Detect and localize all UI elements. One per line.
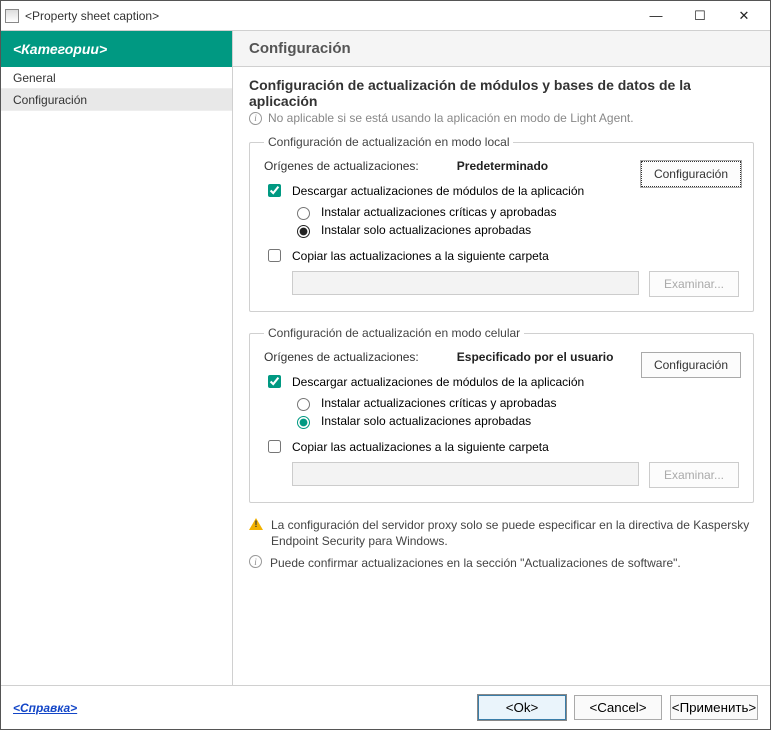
app-icon — [5, 9, 19, 23]
copy-path-input-cellular — [292, 462, 639, 486]
sidebar-item-label: General — [13, 71, 56, 85]
main-panel: Configuración Configuración de actualiza… — [233, 31, 770, 685]
content-area: Configuración de actualización de módulo… — [233, 67, 770, 685]
notes-section: La configuración del servidor proxy solo… — [249, 517, 754, 572]
download-updates-checkbox-local[interactable] — [268, 184, 281, 197]
origins-label-cellular: Orígenes de actualizaciones: — [264, 350, 419, 364]
sidebar-item-general[interactable]: General — [1, 67, 232, 89]
close-button[interactable]: ✕ — [722, 2, 766, 30]
group-cellular-legend: Configuración de actualización en modo c… — [264, 326, 524, 340]
sidebar-item-label: Configuración — [13, 93, 87, 107]
sidebar-header: <Категории> — [1, 31, 232, 67]
browse-button-local: Examinar... — [649, 271, 739, 297]
copy-updates-label-local: Copiar las actualizaciones a la siguient… — [292, 249, 549, 263]
info-icon: i — [249, 112, 262, 125]
info-text: No aplicable si se está usando la aplica… — [268, 111, 634, 125]
copy-updates-label-cellular: Copiar las actualizaciones a la siguient… — [292, 440, 549, 454]
main-header: Configuración — [233, 31, 770, 67]
download-updates-checkbox-cellular[interactable] — [268, 375, 281, 388]
install-approved-radio-cellular[interactable] — [297, 416, 310, 429]
install-approved-label-local: Instalar solo actualizaciones aprobadas — [321, 223, 531, 237]
origins-value-local: Predeterminado — [457, 159, 548, 173]
warning-text: La configuración del servidor proxy solo… — [271, 517, 754, 549]
sidebar-item-configuracion[interactable]: Configuración — [1, 89, 232, 111]
install-critical-radio-cellular[interactable] — [297, 398, 310, 411]
install-critical-label-cellular: Instalar actualizaciones críticas y apro… — [321, 396, 556, 410]
install-approved-label-cellular: Instalar solo actualizaciones aprobadas — [321, 414, 531, 428]
footer: <Справка> <Ok> <Cancel> <Применить> — [1, 685, 770, 729]
minimize-button[interactable]: — — [634, 2, 678, 30]
page-heading: Configuración de actualización de módulo… — [249, 77, 754, 109]
window: <Property sheet caption> — ☐ ✕ <Категори… — [0, 0, 771, 730]
titlebar: <Property sheet caption> — ☐ ✕ — [1, 1, 770, 31]
maximize-button[interactable]: ☐ — [678, 2, 722, 30]
config-button-local[interactable]: Configuración — [641, 161, 741, 187]
install-critical-radio-local[interactable] — [297, 207, 310, 220]
window-title: <Property sheet caption> — [25, 9, 634, 23]
config-button-cellular[interactable]: Configuración — [641, 352, 741, 378]
warning-icon — [249, 518, 263, 530]
cancel-button[interactable]: <Cancel> — [574, 695, 662, 720]
note-info-text: Puede confirmar actualizaciones en la se… — [270, 555, 754, 571]
download-updates-label-cellular: Descargar actualizaciones de módulos de … — [292, 375, 584, 389]
sidebar: <Категории> General Configuración — [1, 31, 233, 685]
info-line: i No aplicable si se está usando la apli… — [249, 111, 754, 125]
origins-value-cellular: Especificado por el usuario — [457, 350, 614, 364]
download-updates-label-local: Descargar actualizaciones de módulos de … — [292, 184, 584, 198]
copy-path-input-local — [292, 271, 639, 295]
install-critical-label-local: Instalar actualizaciones críticas y apro… — [321, 205, 556, 219]
origins-label-local: Orígenes de actualizaciones: — [264, 159, 419, 173]
copy-updates-checkbox-cellular[interactable] — [268, 440, 281, 453]
group-local: Configuración de actualización en modo l… — [249, 135, 754, 312]
browse-button-cellular: Examinar... — [649, 462, 739, 488]
help-link[interactable]: <Справка> — [13, 701, 77, 715]
install-approved-radio-local[interactable] — [297, 225, 310, 238]
info-icon: i — [249, 555, 262, 568]
copy-updates-checkbox-local[interactable] — [268, 249, 281, 262]
group-local-legend: Configuración de actualización en modo l… — [264, 135, 513, 149]
ok-button[interactable]: <Ok> — [478, 695, 566, 720]
group-cellular: Configuración de actualización en modo c… — [249, 326, 754, 503]
apply-button[interactable]: <Применить> — [670, 695, 758, 720]
